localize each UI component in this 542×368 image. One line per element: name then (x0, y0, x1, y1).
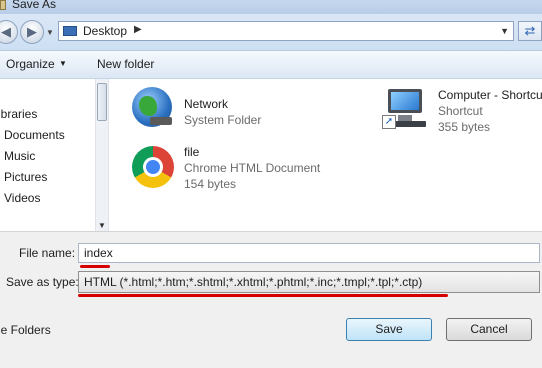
forward-button[interactable]: ▶ (20, 20, 44, 44)
navigation-pane-scrollbar[interactable]: ▼ (95, 79, 109, 231)
title-bar: Save As (0, 0, 542, 14)
navigation-bar: ◀ ▶ ▼ Desktop ▶ ▼ ⇄ (0, 14, 542, 51)
refresh-button[interactable]: ⇄ (518, 21, 542, 41)
scroll-down-icon[interactable]: ▼ (98, 221, 106, 230)
save-type-value: HTML (*.html;*.htm;*.shtml;*.xhtml;*.pht… (84, 275, 423, 289)
organize-dropdown-icon[interactable]: ▼ (59, 59, 67, 68)
recent-locations-dropdown-icon[interactable]: ▼ (46, 28, 54, 37)
red-underline-annotation (80, 265, 110, 268)
network-globe-icon (132, 87, 172, 127)
save-button[interactable]: Save (346, 318, 432, 341)
file-name-input[interactable] (78, 243, 540, 263)
cancel-button[interactable]: Cancel (446, 318, 532, 341)
command-toolbar: Organize ▼ New folder (0, 51, 542, 79)
file-type: Chrome HTML Document (184, 161, 321, 175)
save-form: File name: Save as type: HTML (*.html;*.… (0, 231, 542, 368)
organize-button[interactable]: Organize (6, 57, 55, 71)
refresh-icon: ⇄ (524, 23, 536, 38)
shortcut-arrow-icon: ➚ (382, 115, 396, 129)
window-title: Save As (12, 0, 57, 11)
dialog-icon (0, 0, 6, 10)
sidebar-item-pictures[interactable]: Pictures (4, 170, 47, 184)
file-type: System Folder (184, 113, 262, 127)
file-list-pane: Network System Folder file Chrome HTML D… (110, 79, 542, 231)
file-name-label: File name: (19, 246, 76, 260)
back-arrow-icon: ◀ (1, 24, 11, 39)
save-type-select[interactable]: HTML (*.html;*.htm;*.shtml;*.xhtml;*.pht… (78, 271, 540, 293)
save-type-label: Save as type: (6, 275, 79, 289)
sidebar-item-documents[interactable]: Documents (4, 128, 65, 142)
chrome-icon (132, 146, 174, 188)
sidebar-item-libraries[interactable]: ibraries (0, 107, 37, 121)
file-name: file (184, 145, 200, 159)
navigation-pane: ibraries Documents Music Pictures Videos (0, 79, 95, 231)
file-size: 154 bytes (184, 177, 237, 191)
scrollbar-thumb[interactable] (97, 83, 107, 121)
computer-shortcut-icon: ➚ (382, 89, 426, 131)
back-button[interactable]: ◀ (0, 20, 18, 44)
file-name: Network (184, 97, 229, 111)
address-dropdown-icon[interactable]: ▼ (500, 26, 509, 36)
new-folder-button[interactable]: New folder (97, 57, 154, 71)
address-bar[interactable]: Desktop ▶ ▼ (58, 21, 514, 41)
address-location[interactable]: Desktop (83, 24, 127, 38)
file-name: Computer - Shortcu (438, 88, 542, 102)
hide-folders-toggle[interactable]: le Folders (0, 323, 51, 337)
file-type: Shortcut (438, 104, 483, 118)
forward-arrow-icon: ▶ (27, 24, 37, 39)
red-underline-annotation (78, 294, 448, 297)
sidebar-item-music[interactable]: Music (4, 149, 35, 163)
file-size: 355 bytes (438, 120, 491, 134)
sidebar-item-videos[interactable]: Videos (4, 191, 40, 205)
desktop-icon (63, 26, 77, 36)
chevron-right-icon[interactable]: ▶ (134, 24, 142, 35)
